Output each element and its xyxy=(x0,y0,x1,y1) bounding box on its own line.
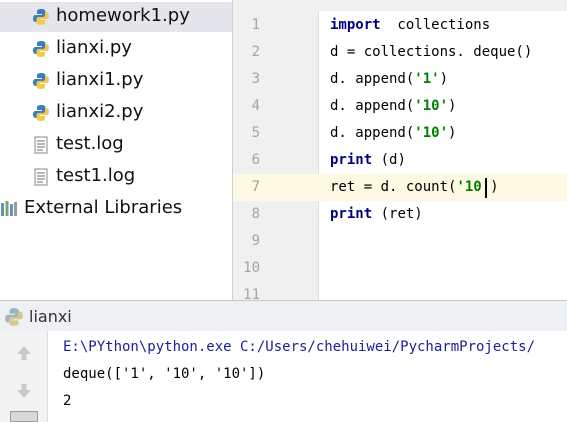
editor-top-strip xyxy=(233,0,567,11)
run-panel-header[interactable]: lianxi xyxy=(0,300,567,331)
console-output-line: E:\PYthon\python.exe C:/Users/chehuiwei/… xyxy=(63,339,536,355)
project-tree: homework1.py lianxi.py lianxi1.py lianxi… xyxy=(0,0,232,300)
code-text: (ret) xyxy=(372,206,423,222)
tree-item-lianxi[interactable]: lianxi.py xyxy=(0,34,232,64)
code-text: (d) xyxy=(372,152,406,168)
python-file-icon xyxy=(33,73,49,89)
text-file-icon xyxy=(34,168,48,186)
code-string: '10' xyxy=(414,125,449,141)
code-string: '10 xyxy=(456,179,482,195)
code-line[interactable]: d = collections. deque() xyxy=(330,44,532,60)
line-number: 8 xyxy=(251,206,260,222)
line-number: 10 xyxy=(243,260,260,276)
python-file-icon xyxy=(33,105,49,121)
rerun-down-icon[interactable] xyxy=(14,381,34,401)
tree-item-test1-log[interactable]: test1.log xyxy=(0,162,232,192)
line-number: 6 xyxy=(251,152,260,168)
tree-item-label: lianxi1.py xyxy=(56,69,144,90)
python-file-icon xyxy=(33,41,49,57)
tree-item-label: test.log xyxy=(56,133,124,154)
python-run-icon xyxy=(5,308,23,326)
code-line[interactable]: d. append('10') xyxy=(330,98,456,114)
libraries-icon xyxy=(1,201,17,216)
console-output-line: deque(['1', '10', '10']) xyxy=(63,366,266,382)
code-line[interactable]: import collections xyxy=(330,17,490,33)
code-keyword: print xyxy=(330,206,373,222)
rerun-up-icon[interactable] xyxy=(14,343,34,363)
line-number: 5 xyxy=(251,125,260,141)
code-keyword: print xyxy=(330,152,373,168)
code-line[interactable]: print (d) xyxy=(330,152,406,168)
tree-item-label: lianxi2.py xyxy=(56,101,144,122)
code-line[interactable]: print (ret) xyxy=(330,206,423,222)
code-text: d. append( xyxy=(330,98,415,114)
text-caret xyxy=(485,178,487,198)
line-number: 4 xyxy=(251,98,260,114)
tree-item-label: External Libraries xyxy=(24,197,183,218)
line-number: 1 xyxy=(251,17,260,33)
python-file-icon xyxy=(33,9,49,25)
tree-item-lianxi2[interactable]: lianxi2.py xyxy=(0,98,232,128)
code-string: '10' xyxy=(414,98,449,114)
tree-item-label: homework1.py xyxy=(56,5,190,26)
tree-item-lianxi1[interactable]: lianxi1.py xyxy=(0,66,232,96)
code-text: ) xyxy=(448,125,457,141)
line-number: 7 xyxy=(251,179,260,195)
console-output-line: 2 xyxy=(63,393,72,409)
tree-item-test-log[interactable]: test.log xyxy=(0,130,232,160)
code-text: d. append( xyxy=(330,125,415,141)
tree-item-external-libraries[interactable]: External Libraries xyxy=(0,194,232,224)
line-number: 2 xyxy=(251,44,260,60)
soft-wrap-icon[interactable] xyxy=(10,411,38,422)
text-file-icon xyxy=(34,136,48,154)
code-text: collections xyxy=(380,17,491,33)
code-text: d = collections. deque() xyxy=(330,44,533,60)
code-text: ) xyxy=(448,98,457,114)
code-line[interactable]: d. append('10') xyxy=(330,125,456,141)
code-text: ) xyxy=(439,71,449,87)
code-string: '1' xyxy=(414,71,440,87)
run-panel-title: lianxi xyxy=(29,307,72,326)
code-text: ret = d. count( xyxy=(330,179,457,195)
run-toolbar xyxy=(0,331,48,422)
tree-item-homework1[interactable]: homework1.py xyxy=(0,2,232,32)
line-number: 9 xyxy=(251,233,260,249)
code-line[interactable]: d. append('1') xyxy=(330,71,448,87)
code-keyword: import xyxy=(330,17,381,33)
tree-item-label: lianxi.py xyxy=(56,37,132,58)
line-number: 3 xyxy=(251,71,260,87)
tree-item-label: test1.log xyxy=(56,165,136,186)
code-text: d. append( xyxy=(330,71,415,87)
code-line-current[interactable]: ret = d. count('10') xyxy=(330,179,499,195)
